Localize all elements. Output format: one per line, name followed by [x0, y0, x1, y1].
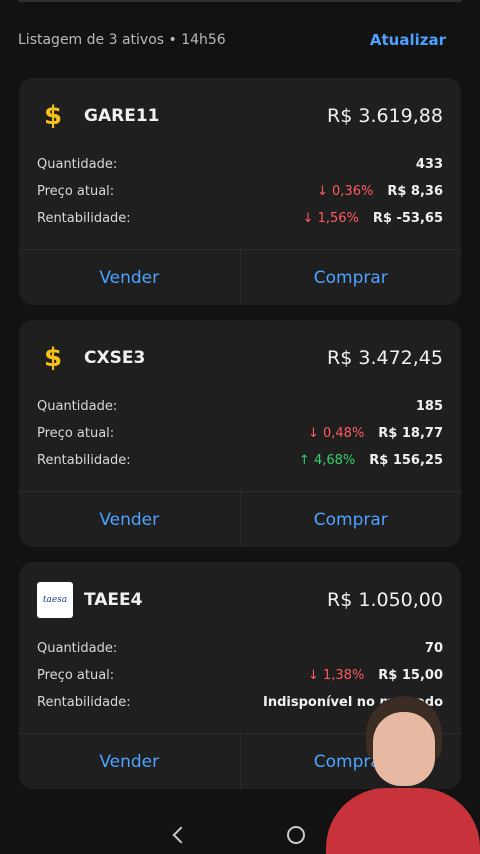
sell-button[interactable]: Vender [19, 734, 240, 789]
return-value: R$ 156,25 [369, 453, 443, 468]
price-value: R$ 15,00 [378, 668, 443, 683]
asset-ticker: CXSE3 [84, 348, 146, 368]
back-icon[interactable] [172, 826, 190, 844]
price-value: R$ 18,77 [378, 426, 443, 441]
price-change: ↓ 1,38% [307, 668, 365, 683]
asset-details: Quantidade: 433 Preço atual: ↓ 0,36% R$ … [37, 151, 443, 232]
price-label: Preço atual: [37, 184, 115, 199]
quantity-value: 185 [415, 399, 443, 414]
quantity-label: Quantidade: [37, 641, 118, 656]
taesa-logo: taesa [37, 582, 73, 618]
asset-card-gare11: $ GARE11 R$ 3.619,88 Quantidade: 433 Pre… [19, 78, 461, 305]
home-icon[interactable] [287, 826, 305, 844]
return-label: Rentabilidade: [37, 211, 131, 226]
price-row: Preço atual: ↓ 1,38% R$ 15,00 [37, 662, 443, 689]
price-label: Preço atual: [37, 668, 115, 683]
top-divider [18, 0, 462, 2]
buy-button[interactable]: Comprar [239, 250, 462, 305]
asset-card-header: $ CXSE3 R$ 3.472,45 [37, 342, 443, 374]
price-row: Preço atual: ↓ 0,48% R$ 18,77 [37, 420, 443, 447]
quantity-row: Quantidade: 185 [37, 393, 443, 420]
presenter-face [373, 712, 435, 786]
price-change: ↓ 0,36% [317, 184, 374, 199]
sell-button[interactable]: Vender [19, 492, 240, 547]
asset-details: Quantidade: 185 Preço atual: ↓ 0,48% R$ … [37, 393, 443, 474]
webcam-overlay [322, 690, 480, 854]
return-row: Rentabilidade: ↑ 4,68% R$ 156,25 [37, 447, 443, 474]
asset-card-header: $ GARE11 R$ 3.619,88 [37, 100, 443, 132]
asset-total: R$ 3.619,88 [327, 105, 443, 127]
asset-actions: Vender Comprar [19, 249, 461, 305]
price-label: Preço atual: [37, 426, 115, 441]
price-change: ↓ 0,48% [307, 426, 365, 441]
asset-card-header: taesa TAEE4 R$ 1.050,00 [37, 582, 443, 618]
asset-ticker: TAEE4 [84, 590, 143, 610]
presenter-shirt [326, 788, 480, 854]
asset-total: R$ 1.050,00 [327, 589, 443, 611]
dollar-icon: $ [43, 101, 63, 131]
sell-button[interactable]: Vender [19, 250, 240, 305]
price-row: Preço atual: ↓ 0,36% R$ 8,36 [37, 178, 443, 205]
buy-button[interactable]: Comprar [239, 492, 462, 547]
quantity-value: 433 [415, 157, 443, 172]
asset-total: R$ 3.472,45 [327, 347, 443, 369]
dollar-icon: $ [43, 343, 63, 373]
asset-actions: Vender Comprar [19, 491, 461, 547]
quantity-label: Quantidade: [37, 399, 118, 414]
return-row: Rentabilidade: ↓ 1,56% R$ -53,65 [37, 205, 443, 232]
list-header: Listagem de 3 ativos • 14h56 Atualizar [18, 28, 446, 52]
return-label: Rentabilidade: [37, 453, 131, 468]
price-value: R$ 8,36 [387, 184, 443, 199]
asset-ticker: GARE11 [84, 106, 160, 126]
return-change: ↑ 4,68% [298, 453, 356, 468]
quantity-row: Quantidade: 70 [37, 635, 443, 662]
refresh-button[interactable]: Atualizar [370, 31, 446, 49]
return-label: Rentabilidade: [37, 695, 131, 710]
asset-card-cxse3: $ CXSE3 R$ 3.472,45 Quantidade: 185 Preç… [19, 320, 461, 547]
quantity-row: Quantidade: 433 [37, 151, 443, 178]
list-summary: Listagem de 3 ativos • 14h56 [18, 32, 226, 48]
return-value: R$ -53,65 [372, 211, 443, 226]
quantity-label: Quantidade: [37, 157, 118, 172]
return-change: ↓ 1,56% [302, 211, 359, 226]
quantity-value: 70 [424, 641, 443, 656]
